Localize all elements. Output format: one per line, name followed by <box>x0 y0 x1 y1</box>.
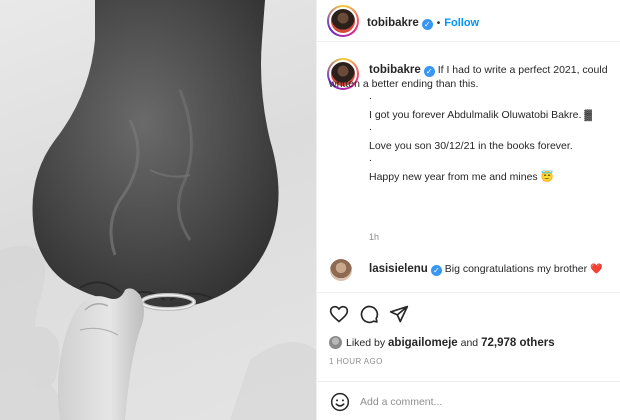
comment-icon[interactable] <box>359 304 379 324</box>
comment-heart-emoji: ❤️ <box>590 264 603 275</box>
liker-avatar <box>329 336 342 349</box>
add-comment-bar: Add a comment... <box>317 381 620 420</box>
caption-line-3: I got you forever Abdulmalik Oluwatobi B… <box>369 109 593 121</box>
post-photo <box>0 0 316 420</box>
verified-badge-icon: ✓ <box>430 265 442 276</box>
likes-summary: Liked by abigailomeje and 72,978 others <box>329 336 555 349</box>
post-actions-bar <box>317 292 620 332</box>
verified-badge-icon: ✓ <box>423 66 435 77</box>
likes-joiner: and <box>460 337 479 349</box>
photo-illustration <box>0 0 316 420</box>
verified-badge-icon: ✓ <box>421 19 433 30</box>
likes-others-count[interactable]: 72,978 others <box>481 337 555 349</box>
caption-timestamp: 1h <box>369 232 380 242</box>
liker-username[interactable]: abigailomeje <box>388 337 458 349</box>
post-age: 1 HOUR AGO <box>329 357 383 366</box>
caption-line-2: written a better ending than this. <box>329 78 479 90</box>
add-comment-input[interactable]: Add a comment... <box>360 396 442 408</box>
likes-prefix: Liked by <box>346 337 386 349</box>
caption-author-username[interactable]: tobibakre <box>369 64 421 76</box>
author-avatar[interactable] <box>327 5 359 37</box>
caption-line-5: Happy new year from me and mines 😇 <box>369 171 554 183</box>
separator-dot: • <box>436 18 441 29</box>
share-icon[interactable] <box>389 304 409 324</box>
comment-item: lasisielenu ✓ Big congratulations my brot… <box>369 263 603 276</box>
author-username[interactable]: tobibakre <box>367 17 419 29</box>
emoji-icon[interactable] <box>330 392 350 412</box>
caption-separator-3: . <box>369 152 372 164</box>
post-caption: tobibakre ✓ If I had to write a perfect 2… <box>329 63 620 184</box>
caption-line-4: Love you son 30/12/21 in the books forev… <box>369 140 573 152</box>
caption-line-1: If I had to write a perfect 2021, could <box>437 64 608 76</box>
commenter-username[interactable]: lasisielenu <box>369 263 428 275</box>
comment-text: Big congratulations my brother <box>444 263 588 275</box>
caption-separator-1: . <box>369 90 372 102</box>
follow-button[interactable]: Follow <box>444 17 479 29</box>
caption-separator-2: . <box>369 121 372 133</box>
heart-icon[interactable] <box>329 304 349 324</box>
post-side-panel: tobibakre ✓ • Follow tobibakre ✓ If I had to… <box>316 0 620 420</box>
commenter-avatar[interactable] <box>330 259 352 281</box>
post-header: tobibakre ✓ • Follow <box>317 0 620 42</box>
